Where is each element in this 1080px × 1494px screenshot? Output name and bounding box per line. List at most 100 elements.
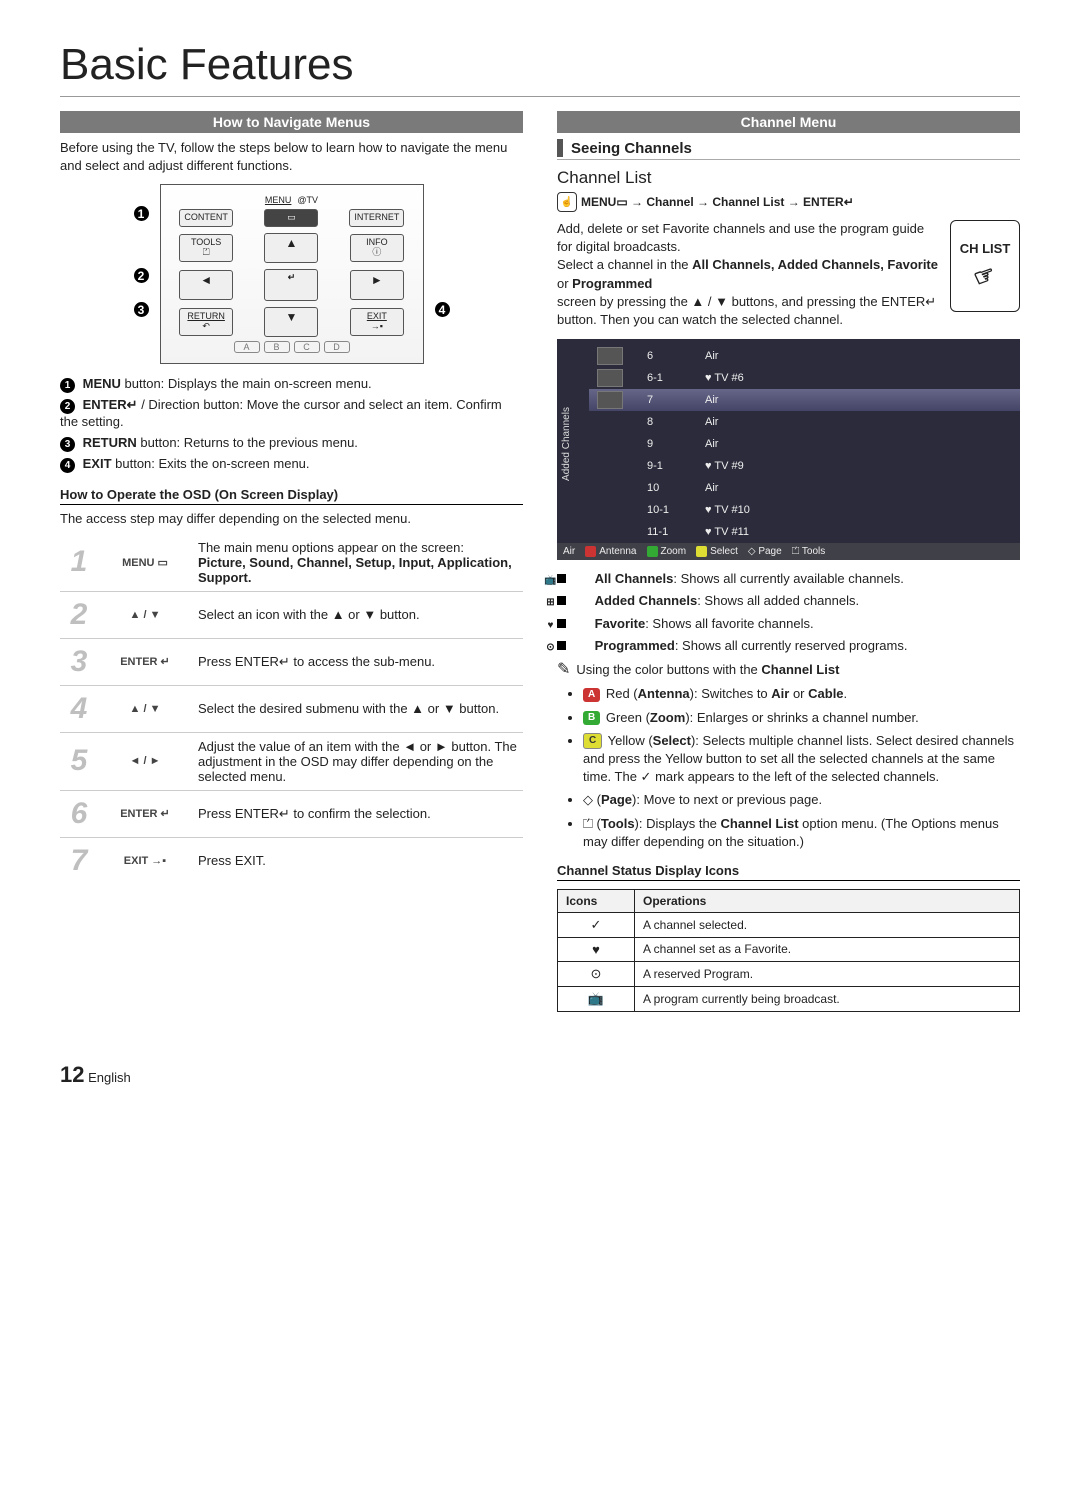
tv-channel-row: 10Air <box>589 477 1020 499</box>
step-number: 7 <box>60 837 98 884</box>
step-text: Press ENTER↵ to access the sub-menu. <box>192 638 523 685</box>
channel-name: Air <box>705 416 718 428</box>
tv-channel-row: 6 Air <box>589 345 1020 367</box>
tv-footer-item: Zoom <box>647 546 687 557</box>
step-text: Press ENTER↵ to confirm the selection. <box>192 790 523 837</box>
osd-steps-table: 1MENU ▭The main menu options appear on t… <box>60 534 523 884</box>
step-number: 5 <box>60 732 98 790</box>
tv-footer-item: Select <box>696 546 738 557</box>
channel-number: 10 <box>647 482 681 494</box>
annot-4: 4 <box>435 302 450 317</box>
tv-footer-item: Antenna <box>585 546 636 557</box>
step-text: Adjust the value of an item with the ◄ o… <box>192 732 523 790</box>
channel-number: 10-1 <box>647 504 681 516</box>
status-icon-cell: ✓ <box>558 912 635 937</box>
page-title: Basic Features <box>60 40 1020 97</box>
status-op-cell: A reserved Program. <box>635 961 1020 986</box>
legend-icon: 📺 <box>574 574 591 587</box>
page-number: 12 English <box>60 1062 1020 1088</box>
step-number: 3 <box>60 638 98 685</box>
tv-channel-row: 9 Air <box>589 433 1020 455</box>
tv-channel-row: 7Air <box>589 389 1020 411</box>
legend-icon: ♥ <box>574 619 591 632</box>
step-number: 4 <box>60 685 98 732</box>
color-button-item: ⏍ (Tools): Displays the Channel List opt… <box>583 815 1020 851</box>
menu-path-icon: ☝ <box>557 192 577 212</box>
color-button-item: C Yellow (Select): Selects multiple chan… <box>583 732 1020 787</box>
btn-exit: EXIT→▪ <box>350 308 404 336</box>
legend-icon: ⊙ <box>574 641 591 654</box>
channel-number: 6-1 <box>647 372 681 384</box>
navigate-intro: Before using the TV, follow the steps be… <box>60 139 523 174</box>
channel-list-screenshot: Added Channels 6Air6-1♥ TV #67Air8Air9Ai… <box>557 339 1020 560</box>
channel-number: 8 <box>647 416 681 428</box>
status-op-cell: A channel selected. <box>635 912 1020 937</box>
annot-3: 3 <box>134 302 149 317</box>
tv-footer-source: Air <box>563 546 575 557</box>
channel-number: 6 <box>647 350 681 362</box>
color-tag-icon: C <box>583 733 602 749</box>
channel-thumbnail <box>597 369 623 387</box>
channel-thumbnail <box>597 347 623 365</box>
tv-channel-row: 8 Air <box>589 411 1020 433</box>
label-menu: MENU <box>265 195 292 205</box>
status-icon-cell: ⊙ <box>558 961 635 986</box>
channel-name: Air <box>705 438 718 450</box>
channel-thumbnail <box>597 391 623 409</box>
step-number: 1 <box>60 534 98 592</box>
tv-channel-row: 10-1♥ TV #10 <box>589 499 1020 521</box>
section-channel-menu: Channel Menu <box>557 111 1020 133</box>
step-text: Select the desired submenu with the ▲ or… <box>192 685 523 732</box>
pencil-icon: ✎ <box>557 659 570 681</box>
step-key: ▲ / ▼ <box>98 685 192 732</box>
step-key: ◄ / ► <box>98 732 192 790</box>
step-key: ▲ / ▼ <box>98 591 192 638</box>
step-text: Select an icon with the ▲ or ▼ button. <box>192 591 523 638</box>
tv-channel-row: 11-1♥ TV #11 <box>589 521 1020 543</box>
status-icons-table: Icons Operations ✓A channel selected.♥A … <box>557 889 1020 1012</box>
channel-name: Air <box>705 350 718 362</box>
btn-content: CONTENT <box>179 209 233 227</box>
status-op-cell: A program currently being broadcast. <box>635 986 1020 1011</box>
channel-list-heading: Channel List <box>557 168 1020 188</box>
status-icon-cell: ♥ <box>558 937 635 961</box>
tv-footer-bar: Air Antenna Zoom Select ◇ Page ⏍ Tools <box>557 543 1020 560</box>
channel-number: 9-1 <box>647 460 681 472</box>
tv-footer-item: ⏍ Tools <box>792 546 826 557</box>
annot-2: 2 <box>134 268 149 283</box>
btn-menu-icon: ▭ <box>264 209 318 227</box>
color-button-item: A Red (Antenna): Switches to Air or Cabl… <box>583 685 1020 703</box>
channel-number: 7 <box>647 394 681 406</box>
label-at-tv: @TV <box>297 195 318 205</box>
btn-tools: TOOLS⏍ <box>179 234 233 262</box>
btn-enter: ↵ <box>264 269 318 301</box>
section-how-to-navigate: How to Navigate Menus <box>60 111 523 133</box>
color-buttons-list: A Red (Antenna): Switches to Air or Cabl… <box>557 685 1020 851</box>
step-number: 2 <box>60 591 98 638</box>
tv-side-label: Added Channels <box>561 407 572 481</box>
annot-1: 1 <box>134 206 149 221</box>
osd-note: The access step may differ depending on … <box>60 511 523 526</box>
step-text: The main menu options appear on the scre… <box>192 534 523 592</box>
remote-legend: 1 MENU MENU button: Displays the main on… <box>60 376 523 473</box>
status-icon-cell: 📺 <box>558 986 635 1011</box>
btn-left: ◄ <box>179 270 233 300</box>
status-table-header-icons: Icons <box>558 889 635 912</box>
step-text: Press EXIT. <box>192 837 523 884</box>
tv-footer-item: ◇ Page <box>748 546 782 557</box>
seeing-channels-heading: Seeing Channels <box>557 139 1020 160</box>
channel-name: ♥ TV #6 <box>705 372 744 384</box>
ch-list-button-graphic: CH LIST ☞ <box>950 220 1020 312</box>
color-button-item: B Green (Zoom): Enlarges or shrinks a ch… <box>583 709 1020 727</box>
status-icons-heading: Channel Status Display Icons <box>557 863 1020 881</box>
channel-type-legend: 📺 All Channels: Shows all currently avai… <box>557 570 1020 655</box>
step-key: ENTER ↵ <box>98 790 192 837</box>
how-operate-osd-heading: How to Operate the OSD (On Screen Displa… <box>60 487 523 505</box>
channel-name: ♥ TV #9 <box>705 460 744 472</box>
remote-control-illustration: MENU @TV CONTENT ▭ INTERNET TOOLS⏍ ▲ INF… <box>160 184 424 364</box>
status-op-cell: A channel set as a Favorite. <box>635 937 1020 961</box>
pointing-hand-icon: ☞ <box>970 259 1000 294</box>
channel-number: 9 <box>647 438 681 450</box>
btn-info: INFOⓘ <box>350 234 404 262</box>
channel-number: 11-1 <box>647 526 681 538</box>
